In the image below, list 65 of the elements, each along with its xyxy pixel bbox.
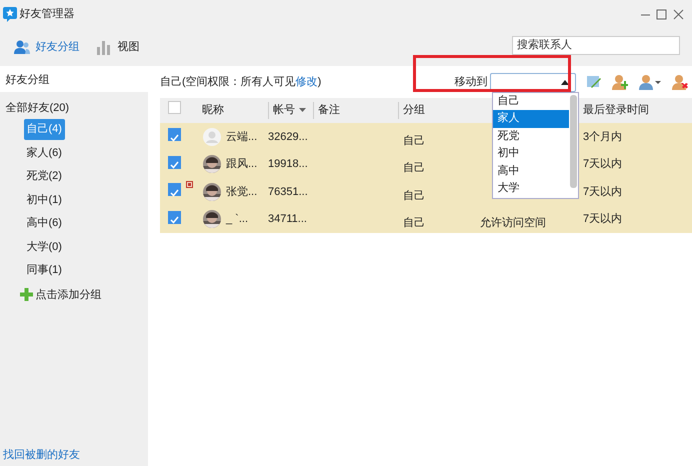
table-cell: 7天以内	[583, 158, 622, 170]
table-cell: 跟风...	[226, 158, 258, 170]
select-all-checkbox[interactable]	[168, 101, 181, 114]
group-item[interactable]: 大学(0)	[24, 236, 65, 258]
column-header[interactable]: 帐号	[273, 104, 306, 116]
toolbar-tab[interactable]: 视图	[88, 38, 148, 56]
table-row[interactable]: _ `... 34711... 自己 允许访问空间 7天以内	[160, 206, 692, 233]
table-cell: 允许访问空间	[480, 217, 546, 229]
dropdown-option[interactable]: 自己	[493, 92, 570, 110]
toolbar-tab[interactable]: 好友分组	[6, 38, 88, 56]
dropdown-option[interactable]: 家人	[493, 110, 570, 128]
dropdown-option[interactable]: 大学	[493, 180, 570, 198]
delete-contact-icon[interactable]	[672, 74, 688, 90]
row-checkbox[interactable]	[168, 210, 181, 224]
table-cell: 自己	[403, 134, 425, 146]
table-cell: 3个月内	[583, 130, 622, 142]
group-item[interactable]: 初中(1)	[24, 190, 65, 210]
row-checkbox[interactable]	[168, 128, 181, 141]
sort-caret-icon	[299, 108, 306, 112]
table-cell: 自己	[403, 162, 425, 174]
table-cell: 32629...	[268, 130, 308, 142]
avatar-icon	[202, 128, 220, 146]
table-cell: 34711...	[268, 213, 307, 225]
people-icon	[14, 39, 30, 55]
app-logo-icon	[2, 6, 17, 22]
add-contact-icon[interactable]	[612, 74, 628, 90]
image-edit-icon[interactable]	[587, 75, 601, 89]
add-group-button[interactable]: 点击添加分组	[20, 286, 102, 303]
group-header[interactable]: 全部好友(20)	[6, 100, 148, 116]
group-item[interactable]: 同事(1)	[24, 260, 65, 281]
table-cell: 自己	[403, 217, 425, 229]
restore-friends-link[interactable]: 找回被删的好友	[0, 446, 148, 466]
row-checkbox[interactable]	[168, 183, 181, 196]
dropdown-menu[interactable]: 自己 家人 死党 初中 高中 大学	[492, 92, 580, 198]
table-cell: 张觉...	[226, 186, 258, 198]
table-cell: 76351...	[268, 186, 308, 198]
scrollbar[interactable]	[570, 94, 578, 188]
move-to-label: 移动到	[454, 74, 488, 90]
table-cell: 7天以内	[583, 186, 622, 198]
column-header[interactable]: 分组	[403, 104, 425, 116]
plus-icon	[20, 288, 32, 302]
group-item[interactable]: 高中(6)	[24, 213, 65, 234]
sidebar-title: 好友分组	[0, 66, 148, 92]
bar-chart-icon	[96, 39, 112, 55]
table-cell: _ `...	[226, 213, 248, 225]
group-item[interactable]: 死党(2)	[24, 166, 65, 187]
table-cell: 19918...	[268, 158, 308, 170]
group-item[interactable]: 家人(6)	[24, 142, 65, 164]
column-header[interactable]: 昵称	[202, 104, 224, 116]
close-icon[interactable]	[672, 8, 684, 20]
table-cell: 自己	[403, 190, 425, 202]
column-header[interactable]: 备注	[318, 104, 340, 116]
column-header[interactable]: 最后登录时间	[583, 104, 649, 116]
maximize-icon[interactable]	[656, 8, 668, 20]
dropdown-option[interactable]: 高中	[493, 162, 570, 180]
caret-up-icon	[561, 80, 569, 84]
row-checkbox[interactable]	[168, 156, 181, 168]
dropdown-option[interactable]: 死党	[493, 128, 570, 145]
table-cell: 7天以内	[583, 213, 622, 225]
window-title: 好友管理器	[20, 6, 74, 22]
edit-link[interactable]: 修改	[296, 76, 318, 88]
group-permission-text: 自己(空间权限：所有人可见修改)	[160, 74, 322, 90]
table-cell: 云端...	[226, 130, 258, 142]
search-field[interactable]: 搜索联系人	[512, 36, 680, 54]
contact-menu-icon[interactable]	[639, 74, 661, 90]
